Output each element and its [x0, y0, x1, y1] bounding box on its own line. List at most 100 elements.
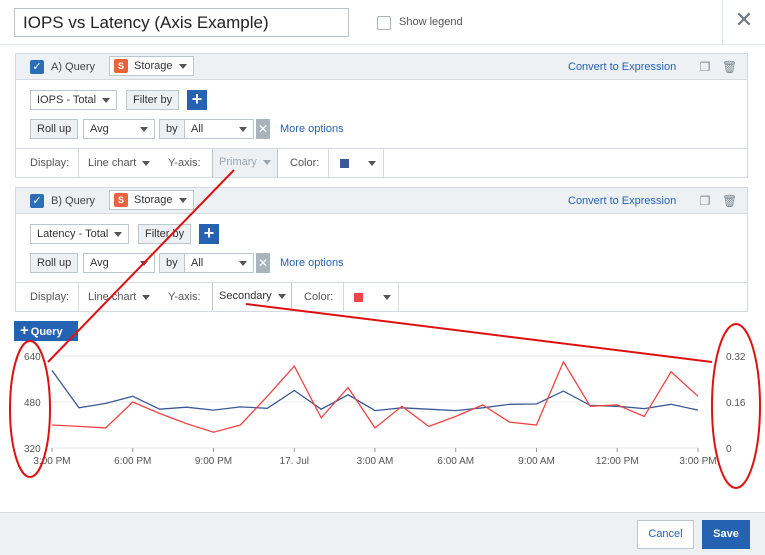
header-border [0, 44, 765, 45]
show-legend-checkbox[interactable] [377, 16, 391, 30]
query-b-chart-type-value: Line chart [88, 291, 137, 303]
query-a-enabled-checkbox[interactable]: ✓ [30, 60, 44, 74]
query-b-source-label: Storage [134, 194, 173, 206]
query-b-rollup-value: Avg [90, 257, 109, 269]
query-b-metric-dropdown[interactable]: Latency - Total [30, 224, 130, 244]
query-a-source-label: Storage [134, 60, 173, 72]
cancel-button[interactable]: Cancel [637, 520, 694, 549]
query-a-color-label: Color: [290, 157, 320, 169]
chevron-down-icon [142, 160, 151, 166]
chevron-down-icon [239, 127, 247, 132]
query-a-rollup-value: Avg [90, 123, 109, 135]
query-a-add-filter-button[interactable]: + [187, 90, 207, 110]
chevron-down-icon [102, 97, 111, 103]
query-a-convert-link[interactable]: Convert to Expression [568, 61, 676, 73]
add-query-label: Query [30, 326, 63, 338]
x-tick-label: 9:00 PM [195, 456, 232, 467]
query-a-group-dropdown[interactable]: All [184, 119, 254, 139]
query-panel-a: ✓ A) Query S Storage Convert to Expressi… [15, 53, 748, 178]
query-b-add-filter-button[interactable]: + [199, 224, 219, 244]
show-legend-label: Show legend [399, 16, 463, 28]
query-a-filter-by[interactable]: Filter by [126, 90, 180, 110]
query-a-more-options-link[interactable]: More options [280, 123, 344, 135]
y-right-tick-label: 0.16 [726, 398, 746, 409]
query-b-more-options-link[interactable]: More options [280, 257, 344, 269]
query-a-by-label: by [159, 119, 185, 139]
query-a-rollup-label: Roll up [30, 119, 79, 139]
query-b-yaxis-dropdown[interactable]: Secondary [212, 283, 292, 311]
query-a-source-dropdown[interactable]: S Storage [109, 56, 194, 76]
widget-title-input[interactable]: IOPS vs Latency (Axis Example) [14, 8, 349, 37]
chevron-down-icon [239, 261, 247, 266]
chevron-down-icon [262, 159, 271, 165]
chevron-down-icon [277, 293, 286, 299]
duplicate-icon[interactable]: ❐ [698, 60, 712, 74]
divider [78, 283, 79, 311]
query-a-chart-type-value: Line chart [88, 157, 137, 169]
query-b-filter-by[interactable]: Filter by [138, 224, 192, 244]
trash-icon[interactable]: 🗑 [722, 60, 737, 74]
x-tick-label: 3:00 AM [357, 456, 394, 467]
query-a-metric-label: IOPS - Total [37, 94, 97, 106]
query-a-group-value: All [191, 123, 204, 135]
query-a-chart-type-dropdown[interactable]: Line chart [88, 157, 151, 169]
trash-icon[interactable]: 🗑 [722, 194, 737, 208]
close-icon[interactable]: ✕ [733, 9, 755, 31]
query-b-rollup-label: Roll up [30, 253, 79, 273]
query-b-chart-type-dropdown[interactable]: Line chart [88, 291, 151, 303]
y-left-tick-label: 320 [24, 444, 41, 455]
query-b-color-swatch[interactable] [354, 293, 363, 302]
divider [343, 283, 344, 311]
header-divider [722, 0, 723, 44]
x-tick-label: 9:00 AM [518, 456, 555, 467]
chevron-down-icon [140, 261, 148, 266]
query-a-display-label: Display: [30, 157, 70, 169]
y-left-tick-label: 640 [24, 352, 41, 363]
x-tick-label: 12:00 PM [596, 456, 639, 467]
duplicate-icon[interactable]: ❐ [698, 194, 712, 208]
save-button[interactable]: Save [702, 520, 750, 549]
query-b-color-label: Color: [304, 291, 334, 303]
query-b-yaxis-value: Secondary [219, 290, 272, 302]
y-right-tick-label: 0.32 [726, 352, 746, 363]
query-b-convert-link[interactable]: Convert to Expression [568, 195, 676, 207]
x-tick-label: 17. Jul [280, 456, 309, 467]
divider [398, 283, 399, 311]
plus-icon: + [20, 322, 29, 339]
query-b-header: ✓ B) Query S Storage Convert to Expressi… [16, 188, 747, 214]
x-tick-label: 6:00 PM [114, 456, 151, 467]
add-query-button[interactable]: + Query [14, 321, 78, 341]
y-left-tick-label: 480 [24, 398, 41, 409]
query-b-display-row: Display: Line chart Y-axis: Secondary Co… [16, 282, 747, 311]
divider [328, 149, 329, 177]
series-line-secondary [51, 360, 699, 433]
query-b-metric-label: Latency - Total [37, 228, 109, 240]
query-b-group-dropdown[interactable]: All [184, 253, 254, 273]
query-a-rollup-dropdown[interactable]: Avg [83, 119, 155, 139]
x-tick-label: 3:00 PM [33, 456, 70, 467]
query-b-group-value: All [191, 257, 204, 269]
query-b-display-label: Display: [30, 291, 70, 303]
x-tick-label: 6:00 AM [437, 456, 474, 467]
query-b-yaxis-label: Y-axis: [168, 291, 201, 303]
y-right-tick-label: 0 [726, 444, 732, 455]
query-a-yaxis-dropdown[interactable]: Primary [212, 149, 278, 177]
query-a-header: ✓ A) Query S Storage Convert to Expressi… [16, 54, 747, 80]
query-a-clear-group-button[interactable]: ✕ [256, 119, 270, 139]
chevron-down-icon [142, 294, 151, 300]
chevron-down-icon[interactable] [383, 295, 391, 300]
query-b-rollup-dropdown[interactable]: Avg [83, 253, 155, 273]
chevron-down-icon [178, 197, 187, 203]
query-a-label: A) Query [51, 61, 96, 73]
query-a-color-swatch[interactable] [340, 159, 349, 168]
query-b-enabled-checkbox[interactable]: ✓ [30, 194, 44, 208]
chevron-down-icon[interactable] [368, 161, 376, 166]
query-b-clear-group-button[interactable]: ✕ [256, 253, 270, 273]
series-line-primary [51, 370, 699, 412]
chevron-down-icon [140, 127, 148, 132]
query-a-metric-dropdown[interactable]: IOPS - Total [30, 90, 118, 110]
chevron-down-icon [178, 63, 187, 69]
query-b-source-dropdown[interactable]: S Storage [109, 190, 194, 210]
storage-icon: S [114, 59, 128, 73]
chevron-down-icon [114, 231, 123, 237]
